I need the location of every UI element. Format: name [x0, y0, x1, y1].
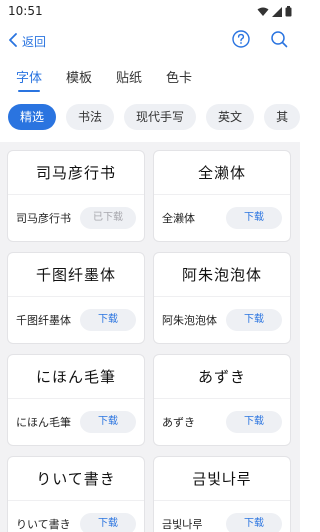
- font-card[interactable]: あずき あずき 下载: [153, 354, 291, 446]
- download-button[interactable]: 下载: [80, 411, 136, 433]
- search-icon[interactable]: [270, 30, 288, 52]
- chip-calligraphy[interactable]: 书法: [66, 104, 115, 130]
- font-name: 阿朱泡泡体: [162, 313, 217, 327]
- battery-icon: [285, 2, 292, 21]
- status-time: 10:51: [8, 4, 43, 18]
- font-card[interactable]: 千图纤墨体 千图纤墨体 下载: [7, 252, 145, 344]
- wifi-icon: [257, 2, 269, 21]
- top-actions: [232, 30, 292, 52]
- download-button[interactable]: 下载: [226, 309, 282, 331]
- font-name: 금빛나루: [162, 517, 203, 531]
- downloaded-button[interactable]: 已下载: [80, 207, 136, 229]
- tab-stickers[interactable]: 贴纸: [116, 67, 142, 92]
- font-preview: 全濑体: [154, 151, 290, 195]
- download-button[interactable]: 下载: [80, 309, 136, 331]
- font-grid: 司马彦行书 司马彦行书 已下载 全濑体 全濑体 下载 千图纤墨体 千图纤墨体 下…: [7, 150, 293, 532]
- download-button[interactable]: 下载: [80, 513, 136, 532]
- help-icon[interactable]: [232, 30, 250, 52]
- font-preview: にほん毛筆: [8, 355, 144, 399]
- font-preview: 千图纤墨体: [8, 253, 144, 297]
- chip-other[interactable]: 其: [264, 104, 300, 130]
- signal-icon: [272, 2, 282, 21]
- font-card[interactable]: 금빛나루 금빛나루 下载: [153, 456, 291, 532]
- download-button[interactable]: 下载: [226, 513, 282, 532]
- tab-templates[interactable]: 模板: [66, 67, 92, 92]
- font-name: あずき: [162, 415, 195, 429]
- font-card[interactable]: りいて書き りいて書き 下载: [7, 456, 145, 532]
- status-bar: 10:51: [0, 0, 300, 22]
- font-card[interactable]: にほん毛筆 にほん毛筆 下载: [7, 354, 145, 446]
- font-name: 全濑体: [162, 211, 195, 225]
- font-card[interactable]: 全濑体 全濑体 下载: [153, 150, 291, 242]
- back-button[interactable]: 返回: [8, 32, 46, 51]
- font-name: 司马彦行书: [16, 211, 71, 225]
- font-name: にほん毛筆: [16, 415, 71, 429]
- category-tabs: 字体 模板 贴纸 色卡: [0, 62, 300, 96]
- chip-english[interactable]: 英文: [206, 104, 255, 130]
- top-bar: 返回: [0, 22, 300, 60]
- download-button[interactable]: 下载: [226, 411, 282, 433]
- font-card[interactable]: 阿朱泡泡体 阿朱泡泡体 下载: [153, 252, 291, 344]
- back-label: 返回: [22, 34, 47, 49]
- filter-chips: 精选 书法 现代手写 英文 其: [0, 104, 300, 134]
- chevron-left-icon: [8, 32, 18, 51]
- font-name: りいて書き: [16, 517, 71, 531]
- tab-fonts[interactable]: 字体: [16, 67, 42, 92]
- tab-color-cards[interactable]: 色卡: [166, 67, 192, 92]
- font-preview: あずき: [154, 355, 290, 399]
- chip-featured[interactable]: 精选: [8, 104, 57, 130]
- chip-modern-handwriting[interactable]: 现代手写: [124, 104, 197, 130]
- font-preview: 阿朱泡泡体: [154, 253, 290, 297]
- font-card[interactable]: 司马彦行书 司马彦行书 已下载: [7, 150, 145, 242]
- status-icons: [257, 2, 292, 21]
- font-name: 千图纤墨体: [16, 313, 71, 327]
- font-preview: りいて書き: [8, 457, 144, 501]
- download-button[interactable]: 下载: [226, 207, 282, 229]
- font-list: 司马彦行书 司马彦行书 已下载 全濑体 全濑体 下载 千图纤墨体 千图纤墨体 下…: [0, 142, 300, 532]
- font-preview: 금빛나루: [154, 457, 290, 501]
- font-preview: 司马彦行书: [8, 151, 144, 195]
